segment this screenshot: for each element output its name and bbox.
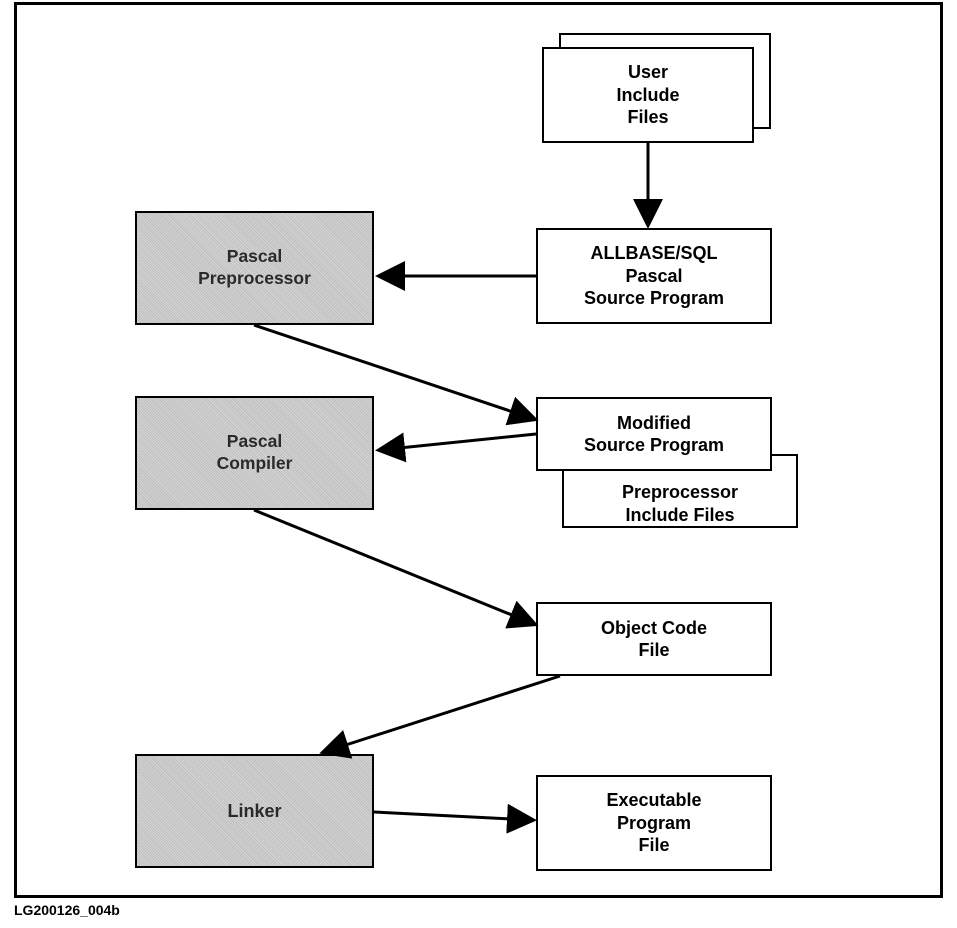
text-line: Object Code — [601, 617, 707, 640]
text-line: ALLBASE/SQL — [590, 242, 717, 265]
text-line: Modified — [617, 412, 691, 435]
diagram-page: User Include Files ALLBASE/SQL Pascal So… — [0, 0, 957, 928]
text-line: Preprocessor — [622, 481, 738, 504]
figure-caption: LG200126_004b — [14, 902, 120, 918]
text-line: Include Files — [625, 504, 734, 527]
object-code-file: Object Code File — [536, 602, 772, 676]
text-line: File — [638, 834, 669, 857]
pascal-preprocessor: Pascal Preprocessor — [135, 211, 374, 325]
text-line: Pascal — [227, 246, 282, 268]
text-line: Executable — [606, 789, 701, 812]
text-line: Preprocessor — [198, 268, 311, 290]
text-line: Files — [627, 106, 668, 129]
pascal-compiler: Pascal Compiler — [135, 396, 374, 510]
text-line: Linker — [227, 800, 281, 823]
text-line: Source Program — [584, 287, 724, 310]
modified-source-program: Modified Source Program — [536, 397, 772, 471]
text-line: User — [628, 61, 668, 84]
allbase-source-program: ALLBASE/SQL Pascal Source Program — [536, 228, 772, 324]
text-line: Program — [617, 812, 691, 835]
text-line: Pascal — [227, 431, 282, 453]
linker: Linker — [135, 754, 374, 868]
text-line: Pascal — [625, 265, 682, 288]
text-line: File — [638, 639, 669, 662]
text-line: Compiler — [217, 453, 293, 475]
text-line: Source Program — [584, 434, 724, 457]
executable-program-file: Executable Program File — [536, 775, 772, 871]
user-include-files: User Include Files — [542, 47, 754, 143]
text-line: Include — [616, 84, 679, 107]
